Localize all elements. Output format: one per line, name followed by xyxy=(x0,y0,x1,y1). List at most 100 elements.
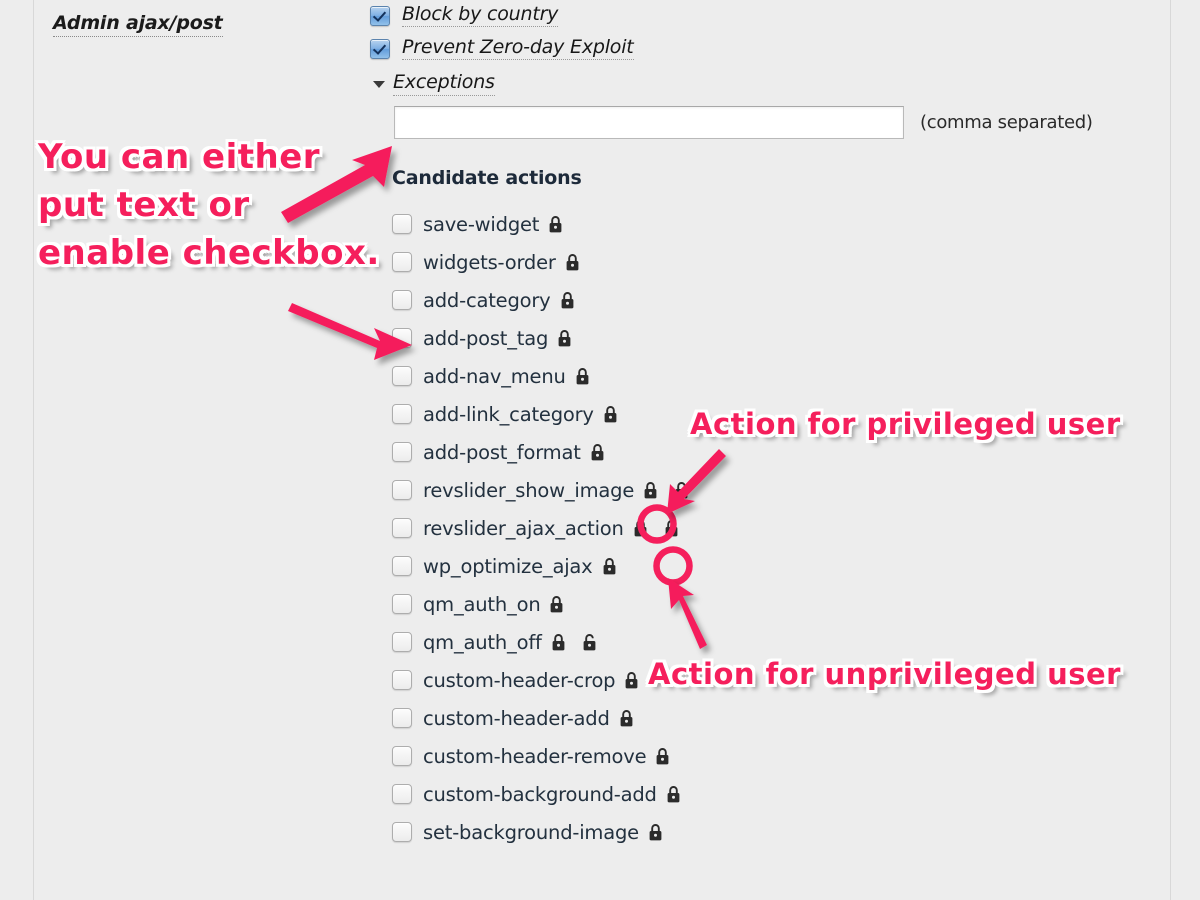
checkbox-unchecked-icon[interactable] xyxy=(392,822,412,842)
lock-indicators xyxy=(581,443,605,462)
checkbox-unchecked-icon[interactable] xyxy=(392,670,412,690)
candidate-action-row[interactable]: wp_optimize_ajax xyxy=(392,547,1170,585)
option-block-by-country[interactable]: Block by country xyxy=(370,0,1170,33)
lock-indicators xyxy=(657,785,681,804)
candidate-action-label: revslider_ajax_action xyxy=(423,516,624,540)
checkbox-unchecked-icon[interactable] xyxy=(392,252,412,272)
lock-indicators xyxy=(639,823,663,842)
checkbox-unchecked-icon[interactable] xyxy=(392,290,412,310)
candidate-action-row[interactable]: custom-header-crop xyxy=(392,661,1170,699)
lock-closed-icon xyxy=(643,481,658,500)
lock-closed-icon xyxy=(603,405,618,424)
checkbox-unchecked-icon[interactable] xyxy=(392,404,412,424)
lock-closed-icon xyxy=(619,709,634,728)
candidate-action-label: add-post_tag xyxy=(423,326,549,350)
lock-open-icon xyxy=(674,481,689,500)
lock-indicators xyxy=(539,215,563,234)
option-label: Prevent Zero-day Exploit xyxy=(402,36,634,60)
annotation-line: put text or xyxy=(38,185,250,225)
candidate-action-row[interactable]: qm_auth_on xyxy=(392,585,1170,623)
candidate-action-label: add-nav_menu xyxy=(423,364,566,388)
candidate-action-label: qm_auth_off xyxy=(423,630,542,654)
settings-page: Admin ajax/post Block by country Prevent… xyxy=(0,0,1200,900)
checkbox-checked-icon[interactable] xyxy=(370,6,390,26)
candidate-action-row[interactable]: custom-header-remove xyxy=(392,737,1170,775)
candidate-action-label: save-widget xyxy=(423,212,540,236)
option-label: Block by country xyxy=(402,3,559,27)
candidate-action-row[interactable]: widgets-order xyxy=(392,243,1170,281)
checkbox-unchecked-icon[interactable] xyxy=(392,518,412,538)
lock-indicators xyxy=(615,671,639,690)
panel-left-border xyxy=(33,0,34,900)
candidate-action-label: custom-header-remove xyxy=(423,744,647,768)
lock-indicators xyxy=(566,367,590,386)
lock-closed-icon xyxy=(624,671,639,690)
candidate-actions-list: save-widget widgets-order add-category add-… xyxy=(392,205,1170,851)
annotation-line: enable checkbox. xyxy=(38,233,380,273)
lock-open-icon xyxy=(664,519,679,538)
lock-indicators xyxy=(610,709,634,728)
checkbox-unchecked-icon[interactable] xyxy=(392,442,412,462)
candidate-action-label: custom-header-add xyxy=(423,706,610,730)
candidate-action-row[interactable]: revslider_ajax_action xyxy=(392,509,1170,547)
candidate-action-row[interactable]: custom-header-add xyxy=(392,699,1170,737)
lock-indicators xyxy=(540,595,564,614)
checkbox-unchecked-icon[interactable] xyxy=(392,556,412,576)
candidate-action-label: revslider_show_image xyxy=(423,478,635,502)
candidate-action-row[interactable]: custom-background-add xyxy=(392,775,1170,813)
candidate-action-row[interactable]: add-category xyxy=(392,281,1170,319)
lock-indicators xyxy=(556,253,580,272)
candidate-action-label: add-category xyxy=(423,288,551,312)
lock-closed-icon xyxy=(633,519,648,538)
lock-indicators xyxy=(594,405,618,424)
candidate-action-row[interactable]: set-background-image xyxy=(392,813,1170,851)
lock-closed-icon xyxy=(560,291,575,310)
annotation-you-can-either: You can either put text or enable checkb… xyxy=(38,133,380,277)
checkbox-unchecked-icon[interactable] xyxy=(392,746,412,766)
exceptions-hint: (comma separated) xyxy=(920,112,1093,133)
checkbox-unchecked-icon[interactable] xyxy=(392,328,412,348)
lock-indicators xyxy=(548,329,572,348)
checkbox-unchecked-icon[interactable] xyxy=(392,708,412,728)
checkbox-unchecked-icon[interactable] xyxy=(392,784,412,804)
checkbox-unchecked-icon[interactable] xyxy=(392,632,412,652)
checkbox-unchecked-icon[interactable] xyxy=(392,366,412,386)
candidate-action-label: qm_auth_on xyxy=(423,592,541,616)
candidate-actions-heading: Candidate actions xyxy=(392,167,582,189)
candidate-action-row[interactable]: save-widget xyxy=(392,205,1170,243)
triangle-down-icon[interactable] xyxy=(373,81,385,88)
exceptions-disclosure[interactable]: Exceptions xyxy=(370,70,1170,100)
option-prevent-zero-day-exploit[interactable]: Prevent Zero-day Exploit xyxy=(370,33,1170,66)
candidate-action-row[interactable]: add-link_category xyxy=(392,395,1170,433)
checkbox-unchecked-icon[interactable] xyxy=(392,214,412,234)
candidate-action-row[interactable]: qm_auth_off xyxy=(392,623,1170,661)
lock-open-icon xyxy=(582,633,597,652)
checkbox-unchecked-icon[interactable] xyxy=(392,480,412,500)
annotation-line: You can either xyxy=(38,137,321,177)
settings-column: Block by country Prevent Zero-day Exploi… xyxy=(370,0,1170,851)
lock-closed-icon xyxy=(551,633,566,652)
lock-closed-icon xyxy=(666,785,681,804)
lock-closed-icon xyxy=(557,329,572,348)
candidate-action-label: add-link_category xyxy=(423,402,594,426)
exceptions-field-row: (comma separated) xyxy=(394,106,1170,139)
lock-closed-icon xyxy=(602,557,617,576)
checkbox-checked-icon[interactable] xyxy=(370,39,390,59)
lock-closed-icon xyxy=(549,595,564,614)
lock-indicators xyxy=(593,557,617,576)
lock-closed-icon xyxy=(565,253,580,272)
candidate-action-row[interactable]: add-post_format xyxy=(392,433,1170,471)
candidate-action-label: set-background-image xyxy=(423,820,639,844)
exceptions-label: Exceptions xyxy=(393,71,495,96)
candidate-action-row[interactable]: add-post_tag xyxy=(392,319,1170,357)
candidate-action-label: custom-header-crop xyxy=(423,668,616,692)
candidate-action-label: widgets-order xyxy=(423,250,556,274)
lock-indicators xyxy=(542,633,597,652)
candidate-action-label: custom-background-add xyxy=(423,782,657,806)
exceptions-input[interactable] xyxy=(394,106,904,139)
lock-indicators xyxy=(624,519,679,538)
candidate-action-row[interactable]: add-nav_menu xyxy=(392,357,1170,395)
checkbox-unchecked-icon[interactable] xyxy=(392,594,412,614)
lock-indicators xyxy=(634,481,689,500)
candidate-action-row[interactable]: revslider_show_image xyxy=(392,471,1170,509)
